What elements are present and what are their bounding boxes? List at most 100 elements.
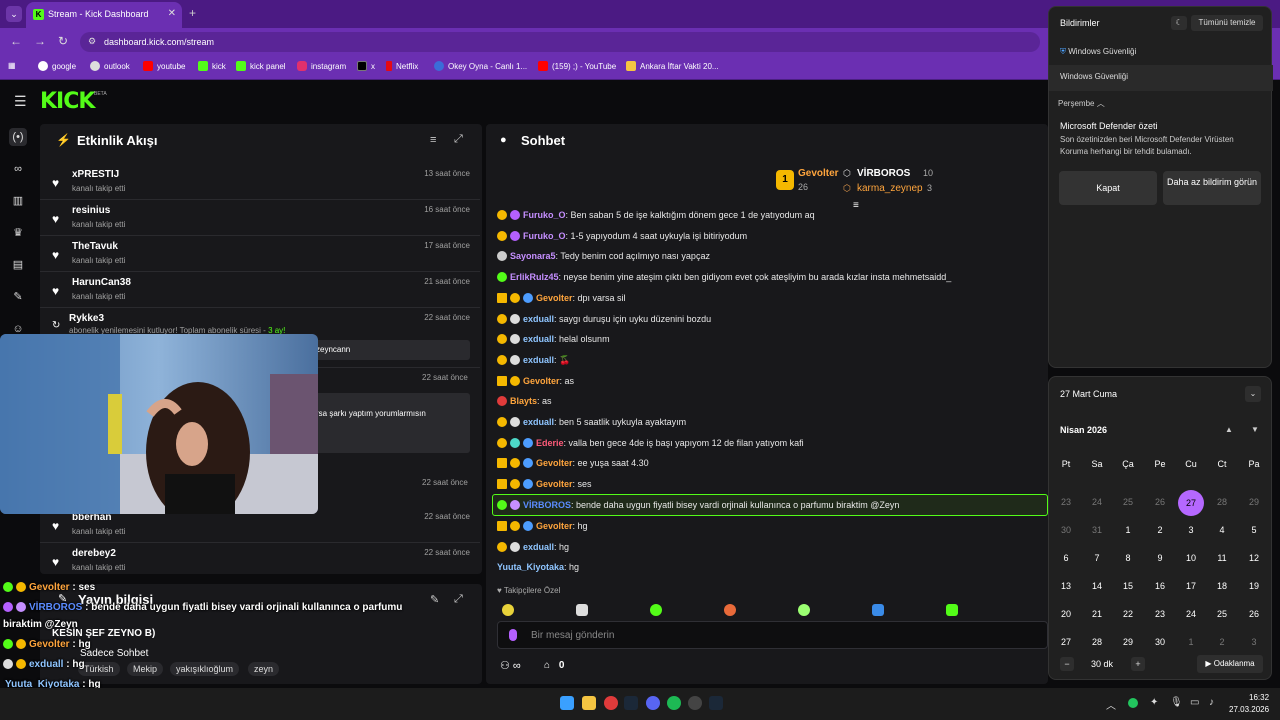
calendar-day[interactable]: 23	[1145, 609, 1175, 619]
activity-user[interactable]: Rykke3	[69, 313, 104, 324]
activity-user[interactable]: xPRESTIJ	[72, 169, 119, 180]
emote-bar[interactable]	[502, 604, 958, 619]
collapse-icon[interactable]: ⌄	[1245, 386, 1261, 402]
webcam-preview[interactable]	[0, 334, 318, 514]
apps-icon[interactable]: ▦	[8, 61, 16, 70]
notif-app-1[interactable]: ⛨ Windows Güvenliği	[1060, 47, 1136, 57]
file-explorer-icon[interactable]	[582, 696, 596, 710]
url-input[interactable]	[80, 32, 1040, 52]
calendar-day[interactable]: 6	[1051, 553, 1081, 563]
calendar-day[interactable]: 9	[1145, 553, 1175, 563]
start-icon[interactable]	[560, 696, 574, 710]
prev-month-icon[interactable]: ▲	[1225, 425, 1233, 434]
bookmark-kick[interactable]: kick	[198, 61, 226, 71]
tag-chip[interactable]: Mekip	[127, 662, 164, 676]
back-icon[interactable]: ←	[10, 34, 22, 48]
new-tab-button[interactable]: +	[189, 6, 196, 20]
bookmark-outlook[interactable]: outlook	[90, 61, 130, 71]
calendar-day[interactable]: 23	[1051, 497, 1081, 507]
shop-icon[interactable]: ⌂ 0	[544, 660, 564, 671]
popout-icon[interactable]: ⤢	[454, 593, 463, 606]
calendar-day[interactable]: 31	[1082, 525, 1112, 535]
calendar-day[interactable]: 2	[1145, 525, 1175, 535]
spotify-icon[interactable]	[667, 696, 681, 710]
calendar-day[interactable]: 7	[1082, 553, 1112, 563]
clock-date[interactable]: 27.03.2026	[1229, 705, 1269, 714]
steam-icon[interactable]	[709, 696, 723, 710]
network-icon[interactable]: ▭	[1190, 697, 1199, 708]
calendar-day[interactable]: 30	[1145, 637, 1175, 647]
points-icon[interactable]: ⚇ ∞	[500, 659, 521, 672]
analytics-icon[interactable]: ▥	[9, 192, 27, 210]
activity-user[interactable]: derebey2	[72, 548, 116, 559]
bookmark-netflix[interactable]: Netflix	[386, 61, 418, 71]
calendar-day[interactable]: 18	[1207, 581, 1237, 591]
top-user-name[interactable]: karma_zeynep	[857, 183, 923, 194]
mic-icon[interactable]	[509, 629, 517, 641]
bookmark-instagram[interactable]: instagram	[297, 61, 346, 71]
calendar-day[interactable]: 28	[1082, 637, 1112, 647]
popout-icon[interactable]: ⤢	[454, 133, 463, 146]
clock-time[interactable]: 16:32	[1249, 693, 1269, 702]
volume-icon[interactable]: ♪	[1209, 697, 1214, 708]
calendar-day[interactable]: 16	[1145, 581, 1175, 591]
reload-icon[interactable]: ↻	[58, 34, 68, 48]
video-icon[interactable]: ▤	[9, 256, 27, 274]
calendar-day[interactable]: 15	[1113, 581, 1143, 591]
calendar-day[interactable]: 25	[1113, 497, 1143, 507]
bookmark-okey[interactable]: Okey Oyna - Canlı 1...	[434, 61, 527, 71]
notif-day[interactable]: Perşembe ︿	[1058, 98, 1105, 109]
pinned-icon[interactable]: ≡	[853, 200, 859, 211]
calendar-day[interactable]: 4	[1207, 525, 1237, 535]
microphone-icon[interactable]: 🎙	[1170, 697, 1183, 708]
chrome-icon[interactable]	[604, 696, 618, 710]
next-month-icon[interactable]: ▼	[1251, 425, 1259, 434]
tag-chip[interactable]: zeyn	[248, 662, 280, 676]
focus-increase-button[interactable]: +	[1131, 657, 1145, 671]
calendar-day[interactable]: 22	[1113, 609, 1143, 619]
discord-icon[interactable]	[646, 696, 660, 710]
calendar-day[interactable]: 1	[1176, 637, 1206, 647]
activity-user[interactable]: HarunCan38	[72, 277, 131, 288]
calendar-day[interactable]: 3	[1239, 637, 1269, 647]
calendar-day[interactable]: 27	[1051, 637, 1081, 647]
calendar-day[interactable]: 1	[1113, 525, 1143, 535]
tray-chevron-icon[interactable]: ︿	[1106, 697, 1116, 712]
calendar-day[interactable]: 24	[1082, 497, 1112, 507]
calendar-day[interactable]: 11	[1207, 553, 1237, 563]
calendar-month[interactable]: Nisan 2026	[1060, 425, 1107, 435]
forward-icon[interactable]: →	[34, 34, 46, 48]
bookmark-youtube-2[interactable]: (159) ;) - YouTube	[538, 61, 616, 71]
steam-icon[interactable]	[624, 696, 638, 710]
focus-start-button[interactable]: ▶ Odaklanma	[1197, 655, 1263, 673]
kick-logo[interactable]: KICK	[40, 89, 95, 114]
fewer-notifications-button[interactable]: Daha az bildirim görün	[1163, 171, 1261, 205]
top-user-name[interactable]: VİRBOROS	[857, 168, 910, 179]
calendar-day[interactable]: 20	[1051, 609, 1081, 619]
calendar-day[interactable]: 30	[1051, 525, 1081, 535]
calendar-day[interactable]: 29	[1113, 637, 1143, 647]
tray-app-icon[interactable]	[1128, 698, 1138, 708]
wrench-icon[interactable]: ✎	[9, 288, 27, 306]
dnd-icon[interactable]: ☾	[1171, 16, 1187, 30]
calendar-day[interactable]: 26	[1145, 497, 1175, 507]
calendar-day[interactable]: 29	[1239, 497, 1269, 507]
calendar-day[interactable]: 13	[1051, 581, 1081, 591]
calendar-day[interactable]: 2	[1207, 637, 1237, 647]
calendar-day[interactable]: 3	[1176, 525, 1206, 535]
menu-icon[interactable]: ☰	[14, 93, 27, 110]
filter-icon[interactable]: ≡	[430, 134, 436, 146]
trophy-icon[interactable]: ♛	[9, 224, 27, 242]
activity-user[interactable]: resinius	[72, 205, 110, 216]
calendar-day[interactable]: 8	[1113, 553, 1143, 563]
bookmark-x[interactable]: x	[357, 61, 375, 71]
bookmark-youtube[interactable]: youtube	[143, 61, 185, 71]
tray-bluetooth-icon[interactable]: ✦	[1150, 697, 1158, 708]
calendar-day[interactable]: 21	[1082, 609, 1112, 619]
calendar-day[interactable]: 17	[1176, 581, 1206, 591]
tab-search-button[interactable]: ⌄	[6, 6, 22, 22]
close-tab-icon[interactable]: ✕	[168, 8, 176, 19]
calendar-day[interactable]: 19	[1239, 581, 1269, 591]
calendar-day[interactable]: 27	[1178, 490, 1204, 516]
link-icon[interactable]: ∞	[9, 160, 27, 178]
